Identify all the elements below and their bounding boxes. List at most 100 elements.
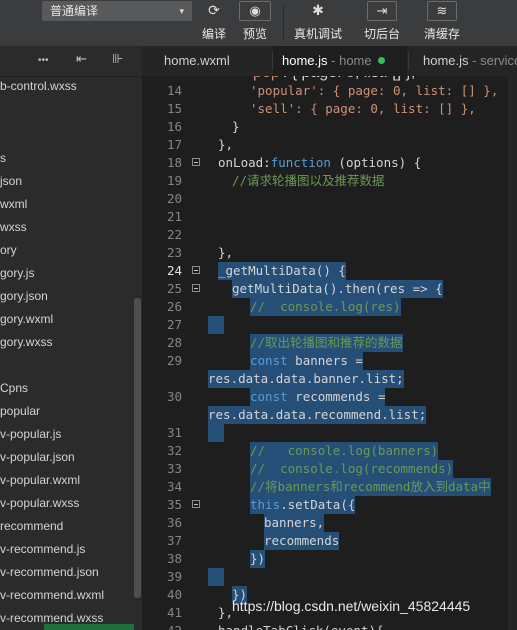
compile-mode-label: 普通编译 xyxy=(50,4,99,18)
line-number: 38 xyxy=(166,551,182,566)
line-number: 32 xyxy=(166,443,182,458)
file-item[interactable]: s xyxy=(0,148,6,168)
chevron-down-icon: ▾ xyxy=(179,6,184,16)
file-item[interactable]: gory.json xyxy=(0,286,48,306)
tab-home-wxml[interactable]: home.wxml xyxy=(142,46,272,76)
line-number: 22 xyxy=(166,227,182,242)
remote-debug-label: 真机调试 xyxy=(293,27,342,41)
fold-toggle-icon[interactable] xyxy=(192,158,200,166)
line-number: 41 xyxy=(166,605,182,620)
refresh-icon: ⟳ xyxy=(208,2,220,18)
fold-toggle-icon[interactable] xyxy=(192,266,200,274)
code-line: 30 const recommends = xyxy=(142,388,517,406)
tab-home-js-home[interactable]: home.js - home xyxy=(273,46,407,76)
line-number: 28 xyxy=(166,335,182,350)
line-number: 27 xyxy=(166,317,182,332)
code-line: 21 xyxy=(142,208,517,226)
code-line: 20 xyxy=(142,190,517,208)
code-line: 24 _getMultiData() { xyxy=(142,262,517,280)
split-icon[interactable]: ⊪ xyxy=(112,51,123,67)
line-number: 33 xyxy=(166,461,182,476)
file-item[interactable]: wxml xyxy=(0,194,27,214)
file-item[interactable]: v-popular.wxss xyxy=(0,493,79,513)
file-item[interactable]: Cpns xyxy=(0,378,28,398)
switch-background-label: 切后台 xyxy=(363,27,400,41)
code-editor[interactable]: 'pop': { page: 0, list: [] }, 14'popular… xyxy=(142,76,517,630)
more-icon[interactable]: ••• xyxy=(38,55,49,66)
file-item[interactable]: gory.wxml xyxy=(0,309,53,329)
file-item[interactable]: wxss xyxy=(0,217,27,237)
fold-toggle-icon[interactable] xyxy=(192,284,200,292)
code-line: 16} xyxy=(142,118,517,136)
code-text: const recommends = xyxy=(250,388,386,406)
file-item[interactable]: v-popular.wxml xyxy=(0,470,80,490)
code-line: 22 xyxy=(142,226,517,244)
switch-icon: ⇥ xyxy=(366,1,398,21)
code-text: }, xyxy=(218,137,234,152)
code-line: 19 //请求轮播图以及推荐数据 xyxy=(142,172,517,190)
file-item[interactable]: popular xyxy=(0,401,40,421)
code-line: 14 'popular': { page: 0, list: [] }, xyxy=(142,82,517,100)
line-number: 37 xyxy=(166,533,182,548)
code-line: 31 xyxy=(142,424,517,442)
tab-home-js-service[interactable]: home.js - service xyxy=(410,46,517,76)
clear-cache-button[interactable]: ≋ 清缓存 xyxy=(420,0,464,46)
code-text: const banners = xyxy=(250,352,363,370)
compile-mode-select[interactable]: 普通编译 ▾ xyxy=(42,1,192,21)
line-number: 25 xyxy=(166,281,182,296)
file-item[interactable]: v-recommend.wxml xyxy=(0,585,104,605)
line-number: 21 xyxy=(166,209,182,224)
file-item[interactable]: gory.js xyxy=(0,263,34,283)
file-item[interactable]: v-popular.json xyxy=(0,447,75,467)
code-text: // console.log(recommends) xyxy=(250,460,454,478)
explorer-header: ••• ⇤ ⊪ xyxy=(0,46,142,77)
collapse-icon[interactable]: ⇤ xyxy=(76,51,87,67)
toolbar: 普通编译 ▾ ⟳ 编译 ◉ 预览 ✱ 真机调试 ⇥ 切后台 ≋ 清缓存 xyxy=(0,0,517,46)
file-item[interactable]: gory.wxss xyxy=(0,332,52,352)
file-item[interactable]: ory xyxy=(0,240,17,260)
line-number: 15 xyxy=(166,101,182,116)
code-text: //请求轮播图以及推荐数据 xyxy=(232,173,385,188)
code-line: 33 // console.log(recommends) xyxy=(142,460,517,478)
line-number: 19 xyxy=(166,173,182,188)
line-number: 30 xyxy=(166,389,182,404)
tab-sublabel: - service xyxy=(468,53,517,68)
sidebar-scrollbar[interactable] xyxy=(134,298,141,598)
code-line: 37 recommends xyxy=(142,532,517,550)
line-number: 31 xyxy=(166,425,182,440)
code-line: 28 //取出轮播图和推荐的数据 xyxy=(142,334,517,352)
line-number: 42 xyxy=(142,622,182,630)
remote-debug-button[interactable]: ✱ 真机调试 xyxy=(292,0,344,46)
code-line: 23}, xyxy=(142,244,517,262)
file-item[interactable]: recommend xyxy=(0,516,63,536)
line-number: 29 xyxy=(166,353,182,368)
switch-background-button[interactable]: ⇥ 切后台 xyxy=(362,0,402,46)
code-text xyxy=(208,424,224,442)
code-line: 18 onLoad:function (options) { xyxy=(142,154,517,172)
line-number: 20 xyxy=(166,191,182,206)
compile-button[interactable]: ⟳ 编译 xyxy=(197,0,231,46)
line-number: 35 xyxy=(166,497,182,512)
tab-sublabel: - home xyxy=(327,53,372,68)
code-text: 'popular': { page: 0, list: [] }, xyxy=(250,83,499,98)
code-line: 27 xyxy=(142,316,517,334)
fold-toggle-icon[interactable] xyxy=(192,500,200,508)
file-item[interactable]: json xyxy=(0,171,22,191)
eye-icon: ◉ xyxy=(239,1,271,21)
code-text: _getMultiData() { xyxy=(218,262,346,280)
file-item[interactable]: v-popular.js xyxy=(0,424,61,444)
code-text xyxy=(208,316,224,334)
watermark: https://blog.csdn.net/weixin_45824445 xyxy=(232,598,471,614)
line-number: 40 xyxy=(166,587,182,602)
file-item[interactable]: v-recommend.json xyxy=(0,562,99,582)
editor-tabs: home.wxml home.js - home home.js - servi… xyxy=(142,46,517,77)
switch-icon-wrap: ⇥ xyxy=(362,0,402,22)
clear-cache-label: 清缓存 xyxy=(423,27,460,41)
editor-scrollbar[interactable] xyxy=(508,76,517,630)
file-item[interactable]: v-recommend.js xyxy=(0,539,85,559)
code-text: //将banners和recommend放入到data中 xyxy=(250,478,491,496)
layers-icon: ≋ xyxy=(426,1,458,21)
preview-button[interactable]: ◉ 预览 xyxy=(236,0,274,46)
file-item[interactable]: b-control.wxss xyxy=(0,76,77,96)
wrapped-code-text: res.data.data.banner.list; xyxy=(208,370,404,388)
